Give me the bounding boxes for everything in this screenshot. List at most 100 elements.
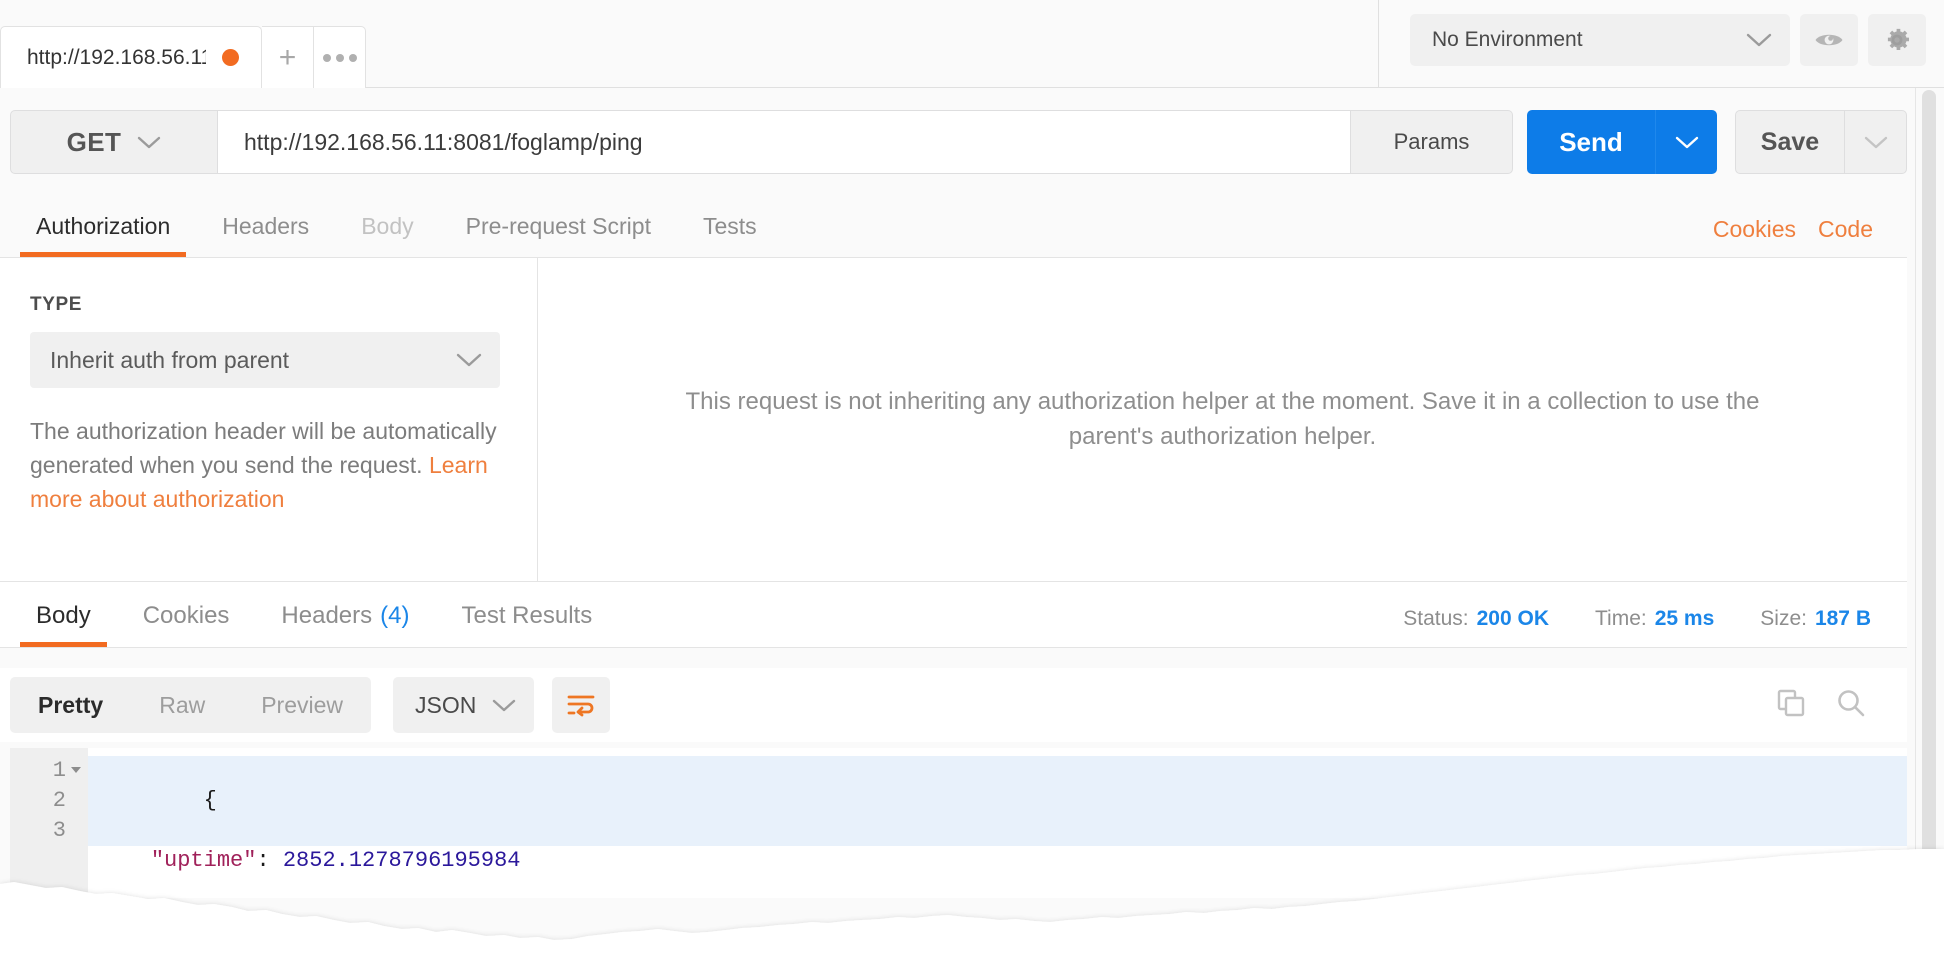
params-button[interactable]: Params (1351, 110, 1513, 174)
line-number: 3 (10, 816, 66, 846)
settings-button[interactable] (1868, 14, 1926, 66)
unsaved-changes-dot (222, 49, 239, 66)
environment-controls: No Environment (1410, 14, 1926, 66)
response-time-value: 25 ms (1654, 607, 1715, 630)
more-tabs-button[interactable] (314, 26, 366, 88)
response-size: Size: 187 B (1760, 607, 1871, 631)
tab-tests-label: Tests (702, 212, 757, 239)
line-number-value: 2 (52, 788, 66, 813)
view-mode-preview-label: Preview (261, 691, 344, 718)
auth-type-select[interactable]: Inherit auth from parent (30, 332, 500, 388)
search-icon (1838, 689, 1865, 716)
line-number-value: 3 (52, 818, 66, 843)
tab-headers-label: Headers (222, 212, 310, 239)
send-button[interactable]: Send (1527, 110, 1655, 174)
response-format-value: JSON (415, 691, 477, 718)
request-url-input[interactable]: http://192.168.56.11:8081/foglamp/ping (218, 110, 1351, 174)
auth-help-sentence: The authorization header will be automat… (30, 418, 497, 479)
save-button[interactable]: Save (1735, 110, 1845, 174)
auth-help-text: The authorization header will be automat… (30, 414, 507, 516)
auth-type-value: Inherit auth from parent (50, 346, 290, 373)
response-tab-headers-label: Headers (281, 602, 373, 629)
view-mode-preview[interactable]: Preview (233, 677, 371, 733)
json-key: "uptime" (150, 848, 257, 873)
chevron-down-icon (493, 699, 516, 711)
fold-caret-icon[interactable] (71, 767, 81, 773)
editor-line-numbers: 1 2 3 (10, 748, 88, 898)
new-tab-button[interactable]: + (262, 26, 314, 88)
tab-authorization[interactable]: Authorization (10, 195, 196, 257)
code-line: { (88, 756, 1907, 846)
response-tab-headers[interactable]: Headers (4) (255, 585, 435, 647)
view-mode-pretty[interactable]: Pretty (10, 677, 131, 733)
save-button-group: Save (1735, 110, 1907, 174)
tab-tests[interactable]: Tests (677, 195, 783, 257)
response-tab-body-label: Body (36, 602, 91, 629)
response-status: Status: 200 OK (1403, 607, 1549, 631)
response-status-value: 200 OK (1476, 607, 1549, 630)
environment-select-value: No Environment (1432, 28, 1583, 51)
response-body-editor[interactable]: 1 2 3 { "uptime": 2852.1278796195984 } (10, 748, 1907, 898)
send-label: Send (1559, 126, 1623, 157)
save-options-button[interactable] (1845, 110, 1907, 174)
view-mode-raw[interactable]: Raw (131, 677, 233, 733)
eye-icon (1815, 34, 1843, 46)
response-meta: Status: 200 OK Time: 25 ms Size: 187 B (1403, 607, 1907, 647)
request-tab[interactable]: http://192.168.56.11:8 (0, 26, 262, 88)
request-tab-label: http://192.168.56.11:8 (27, 45, 206, 69)
content-right-divider (1915, 88, 1916, 974)
response-tab-body[interactable]: Body (10, 585, 117, 647)
scrollbar-thumb[interactable] (1922, 90, 1936, 910)
tab-body[interactable]: Body (335, 195, 439, 257)
response-view-toolbar: Pretty Raw Preview JSON (0, 668, 1907, 742)
response-status-key: Status: (1403, 607, 1469, 630)
vertical-scrollbar[interactable] (1922, 90, 1936, 934)
ellipsis-icon (322, 53, 357, 62)
response-view-mode-group: Pretty Raw Preview (10, 677, 372, 733)
authorization-type-panel: TYPE Inherit auth from parent The author… (0, 258, 538, 581)
response-section-tabs: Body Cookies Headers (4) Test Results St… (0, 582, 1907, 648)
response-headers-count: (4) (380, 602, 410, 629)
code-link[interactable]: Code (1818, 216, 1873, 243)
tabbar-divider (1378, 0, 1379, 88)
response-tab-cookies-label: Cookies (142, 602, 230, 629)
request-url-value: http://192.168.56.11:8081/foglamp/ping (244, 128, 643, 155)
copy-icon (1777, 689, 1805, 716)
response-time-key: Time: (1594, 607, 1647, 630)
authorization-empty-state: This request is not inheriting any autho… (538, 258, 1907, 581)
code-line: "uptime": 2852.1278796195984 (88, 846, 1907, 876)
copy-response-button[interactable] (1775, 687, 1807, 724)
chevron-down-icon (1675, 136, 1698, 148)
authorization-pane: TYPE Inherit auth from parent The author… (0, 258, 1907, 582)
response-tab-cookies[interactable]: Cookies (117, 585, 256, 647)
search-response-button[interactable] (1835, 687, 1867, 724)
response-format-select[interactable]: JSON (393, 677, 535, 733)
word-wrap-button[interactable] (552, 677, 611, 733)
response-size-key: Size: (1760, 607, 1807, 630)
http-method-select[interactable]: GET (10, 110, 218, 174)
plus-icon: + (278, 40, 297, 74)
word-wrap-icon (567, 695, 595, 717)
send-options-button[interactable] (1655, 110, 1717, 174)
tab-pre-request-script[interactable]: Pre-request Script (440, 195, 677, 257)
json-brace-open: { (203, 788, 217, 813)
tab-headers[interactable]: Headers (196, 195, 335, 257)
json-value: 2852.1278796195984 (282, 848, 521, 873)
response-size-value: 187 B (1814, 607, 1871, 630)
code-line: } (88, 876, 1907, 898)
chevron-down-icon (456, 353, 482, 367)
cookies-link[interactable]: Cookies (1713, 216, 1796, 243)
request-url-row: GET http://192.168.56.11:8081/foglamp/pi… (0, 110, 1907, 174)
params-label: Params (1393, 129, 1470, 154)
response-tab-test-results[interactable]: Test Results (435, 585, 618, 647)
tab-pre-request-script-label: Pre-request Script (465, 212, 651, 239)
line-number-value: 1 (52, 758, 66, 783)
http-method-label: GET (66, 126, 122, 157)
tab-bar: http://192.168.56.11:8 + No Environment (0, 0, 1944, 88)
postman-window: http://192.168.56.11:8 + No Environment (0, 0, 1944, 974)
environment-select[interactable]: No Environment (1410, 14, 1790, 66)
response-time: Time: 25 ms (1595, 607, 1714, 631)
environment-quick-look-button[interactable] (1800, 14, 1858, 66)
chevron-down-icon (1746, 33, 1772, 47)
save-label: Save (1760, 127, 1820, 156)
